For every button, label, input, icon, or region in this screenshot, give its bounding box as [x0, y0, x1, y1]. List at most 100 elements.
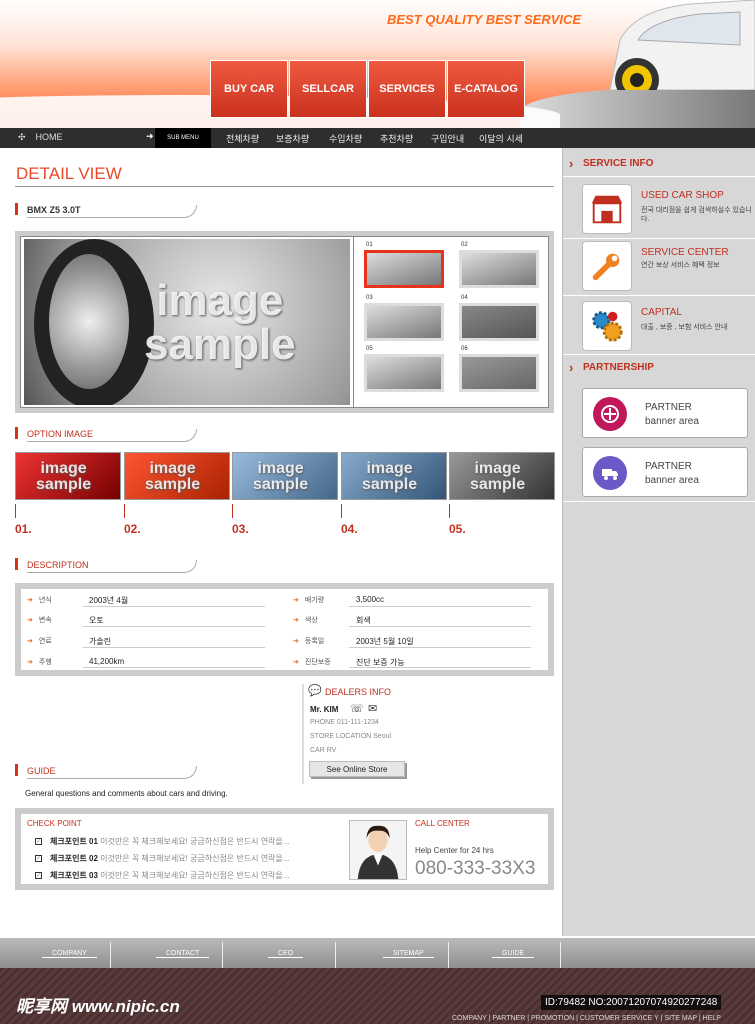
- title-divider: [15, 186, 554, 187]
- subnav-item-recommended[interactable]: 추천차량: [380, 132, 413, 145]
- service-desc: 연간 보상 서비스 혜택 정보: [641, 262, 720, 269]
- footer-navigation: COMPANY CONTACT CEO SITEMAP GUIDE: [0, 938, 755, 968]
- option-image-01[interactable]: image sample: [15, 452, 121, 500]
- checkpoint-item[interactable]: ✓ 체크포인트 01 이것만은 꼭 체크해보세요! 궁금하신점은 반드시 연락을.…: [35, 836, 289, 847]
- spec-value: 가솔린: [89, 637, 112, 646]
- footer-link-guide[interactable]: GUIDE: [492, 950, 535, 958]
- spec-value: 오토: [89, 616, 104, 625]
- thumbnail-06[interactable]: [459, 354, 539, 392]
- section-marker: [15, 558, 18, 570]
- thumbnail-02[interactable]: [459, 250, 539, 288]
- nav-e-catalog[interactable]: E-CATALOG: [447, 60, 525, 118]
- main-car-image: image sample: [24, 239, 350, 405]
- partner-desc: banner area: [645, 475, 699, 486]
- spec-label: ➔ 변속: [27, 617, 52, 624]
- arrow-icon: ➜: [146, 131, 154, 141]
- thumb-number: 06: [461, 346, 468, 352]
- sub-navigation: ✣ HOME ➜ SUB MENU 전체차량 보증차량 수입차량 추천차량 구입안…: [0, 128, 755, 148]
- spec-label: ➔ 년식: [27, 597, 52, 604]
- section-marker: [15, 764, 18, 776]
- arrow-icon: ➔: [293, 638, 299, 645]
- thumbnail-05[interactable]: [364, 354, 444, 392]
- service-desc: 대출 , 보증 , 보험 서비스 안내: [641, 324, 728, 331]
- partner-banner-2[interactable]: PARTNER banner area: [582, 447, 748, 497]
- operator-avatar: [349, 820, 407, 880]
- option-number: 04.: [341, 504, 358, 536]
- image-sample-text: image sample: [144, 276, 296, 369]
- home-link[interactable]: ✣ HOME: [18, 132, 63, 143]
- shop-icon: [582, 184, 632, 234]
- option-image-05[interactable]: image sample: [449, 452, 555, 500]
- service-capital[interactable]: CAPITAL 대출 , 보증 , 보험 서비스 안내: [579, 297, 751, 353]
- spec-value: 3,500cc: [356, 595, 385, 604]
- option-image-title: OPTION IMAGE: [27, 429, 197, 442]
- arrow-icon: ➔: [27, 597, 33, 604]
- spec-value: 41,200km: [89, 657, 125, 666]
- see-online-store-button[interactable]: See Online Store: [309, 761, 405, 777]
- nav-buy-car[interactable]: BUY CAR: [210, 60, 288, 118]
- option-image-03[interactable]: image sample: [232, 452, 338, 500]
- partner-title: PARTNER: [645, 461, 692, 472]
- dealers-title: DEALERS INFO: [325, 687, 392, 697]
- footer-link-company[interactable]: COMPANY: [42, 950, 97, 958]
- car-illustration: [609, 0, 755, 90]
- service-center[interactable]: SERVICE CENTER 연간 보상 서비스 혜택 정보: [579, 237, 751, 293]
- service-title: CAPITAL: [641, 307, 682, 318]
- option-number: 02.: [124, 504, 141, 536]
- mail-icon[interactable]: ✉: [368, 702, 377, 715]
- option-number: 05.: [449, 504, 466, 536]
- subnav-item-price[interactable]: 이달의 시세: [479, 132, 523, 145]
- image-id-tag: ID:79482 NO:20071207074920277248: [541, 995, 722, 1010]
- option-number: 01.: [15, 504, 32, 536]
- subnav-item-all[interactable]: 전체차량: [226, 132, 259, 145]
- checkbox-icon: ✓: [35, 855, 42, 863]
- checkbox-icon: ✓: [35, 838, 42, 846]
- option-image-02[interactable]: image sample: [124, 452, 230, 500]
- thumb-number: 04: [461, 295, 468, 301]
- partner-logo-icon: [593, 397, 627, 431]
- description-title: DESCRIPTION: [27, 560, 197, 573]
- thumbnail-03[interactable]: [364, 303, 444, 341]
- nav-services[interactable]: SERVICES: [368, 60, 446, 118]
- footer-link-contact[interactable]: CONTACT: [156, 950, 210, 958]
- thumbnail-04[interactable]: [459, 303, 539, 341]
- subnav-item-guide[interactable]: 구입안내: [431, 132, 464, 145]
- service-info-title: SERVICE INFO: [569, 156, 653, 171]
- arrow-icon: ➔: [293, 659, 299, 666]
- thumb-number: 03: [366, 295, 373, 301]
- subnav-item-warranty[interactable]: 보증차량: [276, 132, 309, 145]
- watermark-text: 昵享网 www.nipic.cn: [16, 997, 180, 1016]
- footer-links[interactable]: COMPANY | PARTNER | PROMOTION | CUSTOMER…: [452, 1015, 721, 1022]
- service-used-car-shop[interactable]: USED CAR SHOP 전국 대리점을 쉽게 검색하실수 있습니다.: [579, 180, 752, 236]
- spec-label: ➔ 등록일: [293, 638, 325, 645]
- footer-link-ceo[interactable]: CEO: [268, 950, 304, 958]
- callcenter-subtitle: Help Center for 24 hrs: [415, 846, 494, 855]
- service-title: SERVICE CENTER: [641, 247, 729, 258]
- section-marker: [15, 427, 18, 439]
- callcenter-title: CALL CENTER: [415, 819, 470, 828]
- sub-menu-label: SUB MENU: [155, 128, 211, 148]
- callcenter-phone: 080-333-33X3: [415, 858, 536, 879]
- partner-banner-1[interactable]: PARTNER banner area: [582, 388, 748, 438]
- section-marker: [15, 203, 18, 215]
- dealer-name: Mr. KIM: [310, 705, 339, 714]
- right-sidebar: SERVICE INFO USED CAR SHOP 전국 대리점을 쉽게 검색…: [562, 148, 755, 936]
- service-desc: 전국 대리점을 쉽게 검색하실수 있습니다.: [641, 207, 752, 224]
- checkpoint-item[interactable]: ✓ 체크포인트 03 이것만은 꼭 체크해보세요! 궁금하신점은 반드시 연락을.…: [35, 870, 289, 881]
- nav-sell-car[interactable]: SELLCAR: [289, 60, 367, 118]
- header-tagline: BEST QUALITY BEST SERVICE: [387, 12, 582, 27]
- spec-label: ➔ 진단보증: [293, 659, 331, 666]
- footer-link-sitemap[interactable]: SITEMAP: [383, 950, 434, 958]
- checkpoint-item[interactable]: ✓ 체크포인트 02 이것만은 꼭 체크해보세요! 궁금하신점은 반드시 연락을.…: [35, 853, 289, 864]
- option-image-04[interactable]: image sample: [341, 452, 447, 500]
- spec-value: 2003년 4월: [89, 596, 129, 605]
- thumbnail-01[interactable]: [364, 250, 444, 288]
- phone-icon[interactable]: ☏: [350, 702, 364, 715]
- guide-title: GUIDE: [27, 766, 197, 779]
- spec-label: ➔ 배기량: [293, 597, 325, 604]
- arrow-icon: ➔: [293, 617, 299, 624]
- page-title: DETAIL VIEW: [16, 164, 122, 183]
- subnav-item-import[interactable]: 수입차량: [329, 132, 362, 145]
- thumb-number: 02: [461, 242, 468, 248]
- arrow-icon: ➔: [27, 638, 33, 645]
